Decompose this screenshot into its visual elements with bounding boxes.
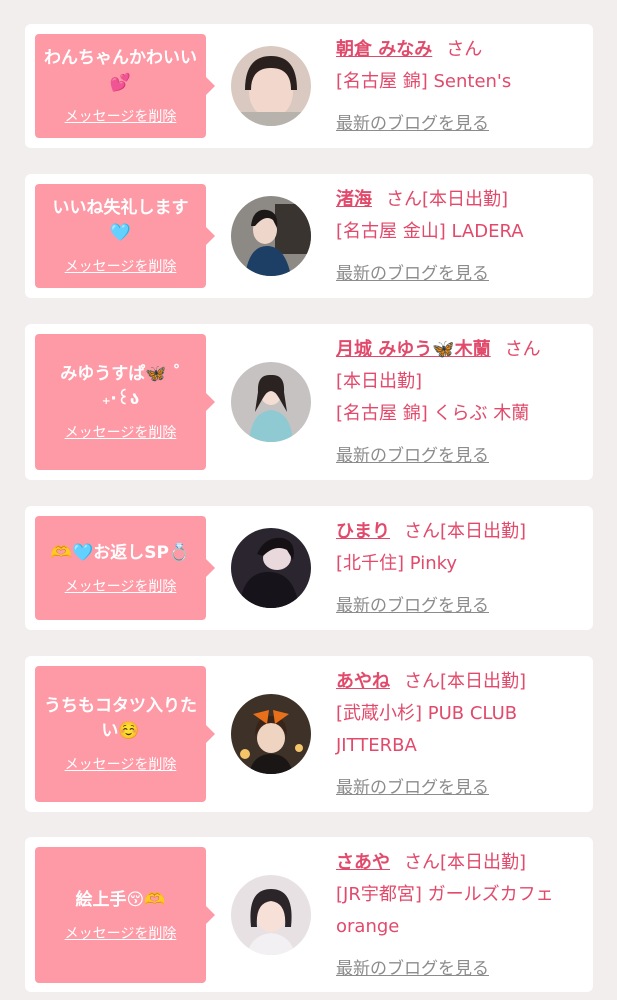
message-text: わんちゃんかわいい💕	[44, 48, 197, 93]
honorific: さん	[446, 39, 483, 60]
message-bubble: 🫶🩵お返しSP💍 メッセージを削除	[35, 516, 215, 620]
sender-info: さあや さん[本日出勤] [JR宇都宮] ガールズカフェ orange 最新のブロ…	[336, 847, 576, 985]
avatar[interactable]	[231, 362, 311, 442]
delete-message-link[interactable]: メッセージを削除	[65, 256, 177, 276]
avatar[interactable]	[231, 875, 311, 955]
profile-photo-icon	[231, 875, 311, 955]
shop-label: [名古屋 錦] Senten's	[336, 71, 512, 92]
status-label: [本日出勤]	[440, 852, 527, 873]
message-card: 絵上手😚🫶 メッセージを削除 さあや さん[本日出勤] [JR宇都宮] ガールズカ…	[25, 837, 593, 992]
profile-photo-icon	[231, 46, 311, 126]
avatar[interactable]	[231, 528, 311, 608]
status-label: [本日出勤]	[440, 521, 527, 542]
message-bubble: いいね失礼します🩵 メッセージを削除	[35, 184, 215, 288]
shop-label: [武蔵小杉] PUB CLUB JITTERBA	[336, 703, 518, 756]
delete-message-link[interactable]: メッセージを削除	[65, 923, 177, 943]
latest-blog-link[interactable]: 最新のブログを見る	[336, 772, 489, 804]
status-label: [本日出勤]	[336, 371, 423, 392]
honorific: さん	[404, 521, 440, 542]
avatar[interactable]	[231, 196, 311, 276]
message-card: 🫶🩵お返しSP💍 メッセージを削除 ひまり さん[本日出勤] [北千住] Pink…	[25, 506, 593, 630]
honorific: さん	[404, 671, 440, 692]
message-text: みゆうすぱ🦋 ˚₊‧꒰ა	[60, 364, 181, 409]
delete-message-link[interactable]: メッセージを削除	[65, 754, 177, 774]
sender-info: あやね さん[本日出勤] [武蔵小杉] PUB CLUB JITTERBA 最新の…	[336, 666, 576, 804]
message-card: うちもコタツ入りたい☺️ メッセージを削除 あやね さん[本日出勤] [武蔵小杉]…	[25, 656, 593, 812]
honorific: さん	[504, 339, 541, 360]
message-list: わんちゃんかわいい💕 メッセージを削除 朝倉 みなみ さん [名古屋 錦] Sen…	[0, 0, 617, 1000]
delete-message-link[interactable]: メッセージを削除	[65, 106, 177, 126]
sender-name-link[interactable]: ひまり	[336, 521, 390, 542]
shop-label: [北千住] Pinky	[336, 553, 458, 574]
sender-name-link[interactable]: さあや	[336, 852, 390, 873]
message-text: 絵上手😚🫶	[75, 889, 166, 910]
message-bubble: みゆうすぱ🦋 ˚₊‧꒰ა メッセージを削除	[35, 334, 215, 470]
sender-info: 朝倉 みなみ さん [名古屋 錦] Senten's 最新のブログを見る	[336, 34, 576, 140]
message-bubble: 絵上手😚🫶 メッセージを削除	[35, 847, 215, 983]
message-text: いいね失礼します🩵	[52, 198, 189, 243]
message-bubble: うちもコタツ入りたい☺️ メッセージを削除	[35, 666, 215, 802]
sender-name-link[interactable]: 月城 みゆう🦋木蘭	[336, 339, 491, 360]
profile-photo-icon	[231, 528, 311, 608]
latest-blog-link[interactable]: 最新のブログを見る	[336, 953, 489, 985]
honorific: さん	[404, 852, 440, 873]
avatar[interactable]	[231, 694, 311, 774]
shop-label: [JR宇都宮] ガールズカフェ orange	[336, 884, 554, 937]
delete-message-link[interactable]: メッセージを削除	[65, 576, 177, 596]
honorific: さん	[386, 189, 422, 210]
avatar[interactable]	[231, 46, 311, 126]
message-card: いいね失礼します🩵 メッセージを削除 渚海 さん[本日出勤] [名古屋 金山] L…	[25, 174, 593, 298]
message-card: みゆうすぱ🦋 ˚₊‧꒰ა メッセージを削除 月城 みゆう🦋木蘭 さん [本日出勤]…	[25, 324, 593, 480]
delete-message-link[interactable]: メッセージを削除	[65, 422, 177, 442]
profile-photo-icon	[231, 694, 311, 774]
latest-blog-link[interactable]: 最新のブログを見る	[336, 590, 489, 622]
shop-label: [名古屋 錦] くらぶ 木蘭	[336, 403, 530, 424]
message-bubble: わんちゃんかわいい💕 メッセージを削除	[35, 34, 215, 138]
sender-name-link[interactable]: あやね	[336, 671, 390, 692]
profile-photo-icon	[231, 362, 311, 442]
sender-info: ひまり さん[本日出勤] [北千住] Pinky 最新のブログを見る	[336, 516, 576, 622]
latest-blog-link[interactable]: 最新のブログを見る	[336, 108, 489, 140]
message-card: わんちゃんかわいい💕 メッセージを削除 朝倉 みなみ さん [名古屋 錦] Sen…	[25, 24, 593, 148]
message-text: 🫶🩵お返しSP💍	[50, 542, 191, 563]
latest-blog-link[interactable]: 最新のブログを見る	[336, 258, 489, 290]
latest-blog-link[interactable]: 最新のブログを見る	[336, 440, 489, 472]
profile-photo-icon	[231, 196, 311, 276]
shop-label: [名古屋 金山] LADERA	[336, 221, 524, 242]
sender-info: 月城 みゆう🦋木蘭 さん [本日出勤] [名古屋 錦] くらぶ 木蘭 最新のブログ…	[336, 334, 586, 472]
sender-info: 渚海 さん[本日出勤] [名古屋 金山] LADERA 最新のブログを見る	[336, 184, 576, 290]
message-text: うちもコタツ入りたい☺️	[44, 696, 197, 741]
sender-name-link[interactable]: 朝倉 みなみ	[336, 39, 432, 60]
sender-name-link[interactable]: 渚海	[336, 189, 372, 210]
status-label: [本日出勤]	[440, 671, 527, 692]
status-label: [本日出勤]	[422, 189, 509, 210]
